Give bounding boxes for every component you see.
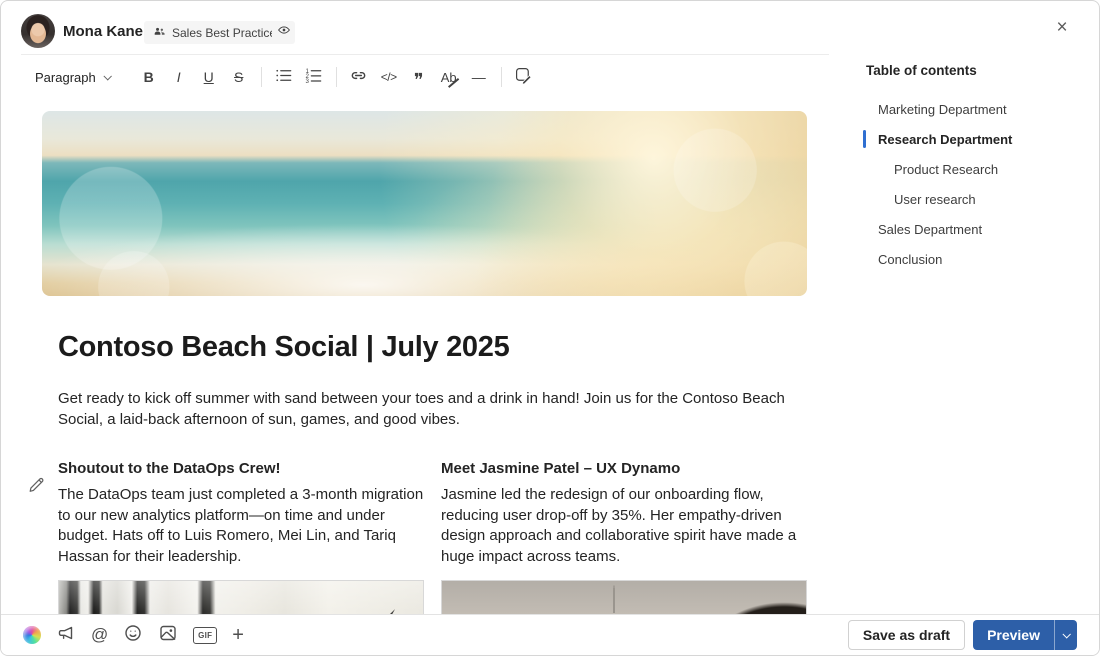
section-body[interactable]: The DataOps team just completed a 3-mont… — [58, 485, 424, 567]
link-button[interactable] — [344, 62, 374, 92]
clear-formatting-button[interactable]: Ab — [434, 62, 464, 92]
community-tag-label: Sales Best Practices — [172, 26, 282, 40]
numbered-list-icon: 123 — [304, 66, 323, 88]
author-name: Mona Kane — [63, 23, 143, 40]
toc-item-product-research[interactable]: Product Research — [851, 154, 1095, 184]
add-plus-icon[interactable]: + — [232, 625, 244, 645]
toc-item-research-department[interactable]: Research Department — [851, 124, 1095, 154]
quote-icon: ❞ — [414, 70, 424, 91]
underline-button[interactable]: U — [194, 62, 224, 92]
emoji-icon[interactable] — [123, 623, 143, 648]
paragraph-style-dropdown[interactable]: Paragraph — [23, 62, 120, 92]
numbered-list-button[interactable]: 123 — [299, 62, 329, 92]
quote-button[interactable]: ❞ — [404, 62, 434, 92]
preview-split-button: Preview — [973, 620, 1077, 650]
active-indicator-bar — [863, 130, 866, 148]
code-button[interactable]: </> — [374, 62, 404, 92]
pencil-icon — [27, 481, 46, 498]
compose-pencil-icon — [514, 66, 533, 88]
section-body[interactable]: Jasmine led the redesign of our onboardi… — [441, 485, 807, 567]
save-as-draft-button[interactable]: Save as draft — [848, 620, 965, 650]
section-heading[interactable]: Shoutout to the DataOps Crew! — [58, 460, 424, 477]
gif-icon[interactable]: GIF — [193, 627, 217, 644]
preview-dropdown-button[interactable] — [1054, 620, 1077, 650]
code-icon: </> — [381, 70, 397, 84]
visibility-button[interactable] — [272, 21, 295, 44]
editor-window: Mona Kane Sales Best Practices × Paragra… — [0, 0, 1100, 656]
close-icon: × — [1056, 17, 1067, 39]
toolbar-divider — [501, 67, 502, 87]
document-title[interactable]: Contoso Beach Social | July 2025 — [58, 331, 509, 364]
bottom-action-bar: @ GIF + Save as draft Preview — [1, 614, 1099, 655]
bullet-list-button[interactable] — [269, 62, 299, 92]
link-icon — [349, 66, 368, 88]
insert-image-icon[interactable] — [158, 623, 178, 648]
italic-button[interactable]: I — [164, 62, 194, 92]
eye-icon — [277, 23, 291, 42]
two-column-section: Shoutout to the DataOps Crew! The DataOp… — [58, 460, 808, 567]
clear-formatting-icon: Ab — [441, 70, 457, 85]
announcement-megaphone-icon[interactable] — [56, 623, 76, 648]
toolbar-divider — [336, 67, 337, 87]
intro-paragraph[interactable]: Get ready to kick off summer with sand b… — [58, 388, 788, 430]
toc-item-marketing-department[interactable]: Marketing Department — [851, 94, 1095, 124]
toc-item-conclusion[interactable]: Conclusion — [851, 244, 1095, 274]
community-tag[interactable]: Sales Best Practices — [144, 21, 291, 44]
strikethrough-button[interactable]: S — [224, 62, 254, 92]
section-heading[interactable]: Meet Jasmine Patel – UX Dynamo — [441, 460, 807, 477]
formatting-toolbar: Paragraph B I U S 123 </> ❞ Ab — — [23, 60, 539, 94]
chevron-down-icon — [103, 72, 111, 80]
horizontal-rule-icon: — — [472, 69, 486, 85]
avatar — [21, 14, 55, 48]
header-divider — [21, 54, 829, 55]
table-of-contents: Table of contents Marketing Department R… — [851, 63, 1095, 274]
chevron-down-icon — [1062, 630, 1070, 638]
toolbar-divider — [261, 67, 262, 87]
toc-item-user-research[interactable]: User research — [851, 184, 1095, 214]
toc-item-sales-department[interactable]: Sales Department — [851, 214, 1095, 244]
column-right: Meet Jasmine Patel – UX Dynamo Jasmine l… — [441, 460, 807, 567]
compose-button[interactable] — [509, 62, 539, 92]
paragraph-style-label: Paragraph — [35, 70, 96, 85]
bold-button[interactable]: B — [134, 62, 164, 92]
banner-beach-image[interactable] — [42, 111, 807, 296]
horizontal-rule-button[interactable]: — — [464, 62, 494, 92]
bullet-list-icon — [274, 66, 293, 88]
close-button[interactable]: × — [1049, 15, 1075, 41]
svg-text:3: 3 — [306, 78, 310, 85]
preview-button[interactable]: Preview — [973, 620, 1054, 650]
toc-title: Table of contents — [851, 63, 1095, 78]
footer-icon-group: @ GIF + — [23, 623, 244, 648]
copilot-icon[interactable] — [23, 626, 41, 644]
mention-at-icon[interactable]: @ — [91, 625, 108, 645]
column-left: Shoutout to the DataOps Crew! The DataOp… — [58, 460, 424, 567]
community-people-icon — [153, 25, 166, 41]
block-edit-handle[interactable] — [27, 475, 47, 495]
